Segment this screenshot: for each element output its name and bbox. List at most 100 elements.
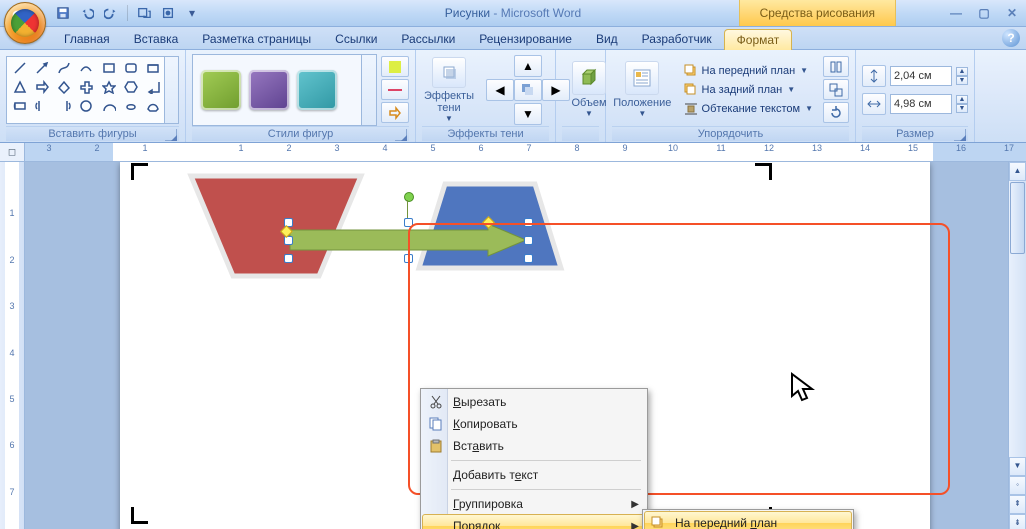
minimize-button[interactable]: — (948, 6, 964, 20)
rotate-handle[interactable] (404, 192, 414, 202)
resize-handle[interactable] (524, 236, 533, 245)
shape-style-gallery[interactable] (192, 54, 377, 126)
style-swatch-3[interactable] (297, 70, 337, 110)
scroll-down-button[interactable]: ▼ (1009, 457, 1026, 476)
ctx-paste[interactable]: Вставить (423, 435, 645, 457)
ctx-order[interactable]: Порядок▶ (422, 514, 646, 529)
browse-object-button[interactable]: ◦ (1009, 476, 1026, 495)
resize-handle[interactable] (524, 254, 533, 263)
ribbon-tabs: Главная Вставка Разметка страницы Ссылки… (0, 27, 1026, 50)
undo-icon[interactable] (76, 3, 98, 23)
ribbon: Вставить фигуры Стили фигур (0, 50, 1026, 143)
margin-mark (755, 163, 772, 180)
align-button[interactable] (823, 56, 849, 77)
ruler-corner[interactable]: ◻ (0, 143, 25, 161)
vertical-scrollbar[interactable]: ▲ ▼ ◦ ⇞ ⇟ (1008, 162, 1026, 529)
contextual-tab-label: Средства рисования (739, 0, 896, 26)
group-label: Эффекты тени (422, 126, 549, 141)
position-button[interactable]: Положение ▼ (612, 55, 673, 125)
tab-view[interactable]: Вид (584, 29, 630, 49)
group-arrange: Положение ▼ На передний план▼ На задний … (606, 50, 856, 142)
height-icon (862, 65, 886, 87)
scroll-up-button[interactable]: ▲ (1009, 162, 1026, 181)
paste-icon (427, 437, 445, 455)
style-swatch-1[interactable] (201, 70, 241, 110)
document-area[interactable]: Вырезать Копировать Вставить Добавить те… (25, 162, 1008, 529)
close-button[interactable]: ✕ (1004, 6, 1020, 20)
prev-page-button[interactable]: ⇞ (1009, 495, 1026, 514)
height-input[interactable]: 2,04 см (890, 66, 952, 86)
change-shape-button[interactable] (381, 102, 409, 123)
group-insert-shapes: Вставить фигуры (0, 50, 186, 142)
ctx-copy[interactable]: Копировать (423, 413, 645, 435)
title-bar: ▾ Рисунки - Microsoft Word Средства рисо… (0, 0, 1026, 27)
maximize-button[interactable]: ▢ (976, 6, 992, 20)
shape-fill-button[interactable] (381, 56, 409, 77)
tab-insert[interactable]: Вставка (122, 29, 191, 49)
tab-developer[interactable]: Разработчик (630, 29, 724, 49)
qat-extra1-icon[interactable] (133, 3, 155, 23)
shapes-gallery[interactable] (6, 56, 179, 124)
ctx-bring-to-front[interactable]: На передний план (644, 511, 852, 529)
bring-front-icon (649, 514, 667, 529)
nudge-up-icon[interactable]: ▲ (514, 55, 542, 77)
office-button[interactable] (4, 2, 46, 44)
ctx-grouping[interactable]: Группировка▶ (423, 493, 645, 515)
cut-icon (427, 393, 445, 411)
vertical-ruler[interactable]: 1234567 (0, 162, 25, 529)
redo-icon[interactable] (100, 3, 122, 23)
width-input[interactable]: 4,98 см (890, 94, 952, 114)
tab-references[interactable]: Ссылки (323, 29, 389, 49)
shadow-toggle-icon[interactable] (514, 79, 542, 101)
group-size: 2,04 см ▲▼ 4,98 см ▲▼ Размер (856, 50, 975, 142)
resize-handle[interactable] (524, 218, 533, 227)
help-button[interactable]: ? (1002, 29, 1020, 47)
send-back-icon (683, 82, 699, 98)
dialog-launcher-icon[interactable] (165, 129, 177, 141)
tab-home[interactable]: Главная (52, 29, 122, 49)
bring-front-icon (683, 63, 699, 79)
group-3d: Объем ▼ (556, 50, 606, 142)
shadow-effects-button[interactable]: Эффекты тени ▼ (422, 55, 476, 125)
nudge-left-icon[interactable]: ◀ (486, 79, 514, 101)
shape-green-arrow[interactable] (288, 222, 528, 258)
resize-handle[interactable] (404, 254, 413, 263)
quick-access-toolbar: ▾ (52, 0, 203, 26)
horizontal-ruler[interactable]: ◻ 3 2 1 1234567891011121314151617 (0, 143, 1026, 162)
ctx-cut[interactable]: Вырезать (423, 391, 645, 413)
group-label: Упорядочить (612, 126, 849, 141)
group-label: Вставить фигуры (6, 126, 179, 141)
group-button[interactable] (823, 79, 849, 100)
margin-mark (131, 163, 148, 180)
width-spinner[interactable]: ▲▼ (956, 95, 968, 113)
resize-handle[interactable] (284, 254, 293, 263)
scroll-thumb[interactable] (1010, 182, 1025, 254)
tab-mailings[interactable]: Рассылки (389, 29, 467, 49)
resize-handle[interactable] (404, 218, 413, 227)
height-spinner[interactable]: ▲▼ (956, 67, 968, 85)
text-wrapping-button[interactable]: Обтекание текстом▼ (681, 100, 815, 118)
group-label (562, 126, 599, 141)
context-submenu-order: На передний план На задний план Перемест… (642, 509, 854, 529)
qat-extra2-icon[interactable] (157, 3, 179, 23)
margin-mark (131, 507, 148, 524)
ruler-scale: 3 2 1 1234567891011121314151617 (25, 143, 1026, 161)
qat-more-icon[interactable]: ▾ (181, 3, 203, 23)
bring-to-front-button[interactable]: На передний план▼ (681, 62, 815, 80)
dialog-launcher-icon[interactable] (954, 129, 966, 141)
tab-review[interactable]: Рецензирование (467, 29, 584, 49)
next-page-button[interactable]: ⇟ (1009, 514, 1026, 529)
shape-outline-button[interactable] (381, 79, 409, 100)
style-swatch-2[interactable] (249, 70, 289, 110)
group-shape-styles: Стили фигур (186, 50, 416, 142)
ctx-add-text[interactable]: Добавить текст (423, 464, 645, 486)
text-wrap-icon (683, 101, 699, 117)
send-to-back-button[interactable]: На задний план▼ (681, 81, 815, 99)
dialog-launcher-icon[interactable] (395, 129, 407, 141)
rotate-button[interactable] (823, 102, 849, 123)
tab-format[interactable]: Формат (724, 29, 793, 50)
tab-page-layout[interactable]: Разметка страницы (190, 29, 323, 49)
save-icon[interactable] (52, 3, 74, 23)
group-label: Размер (862, 126, 968, 141)
nudge-down-icon[interactable]: ▼ (514, 103, 542, 125)
